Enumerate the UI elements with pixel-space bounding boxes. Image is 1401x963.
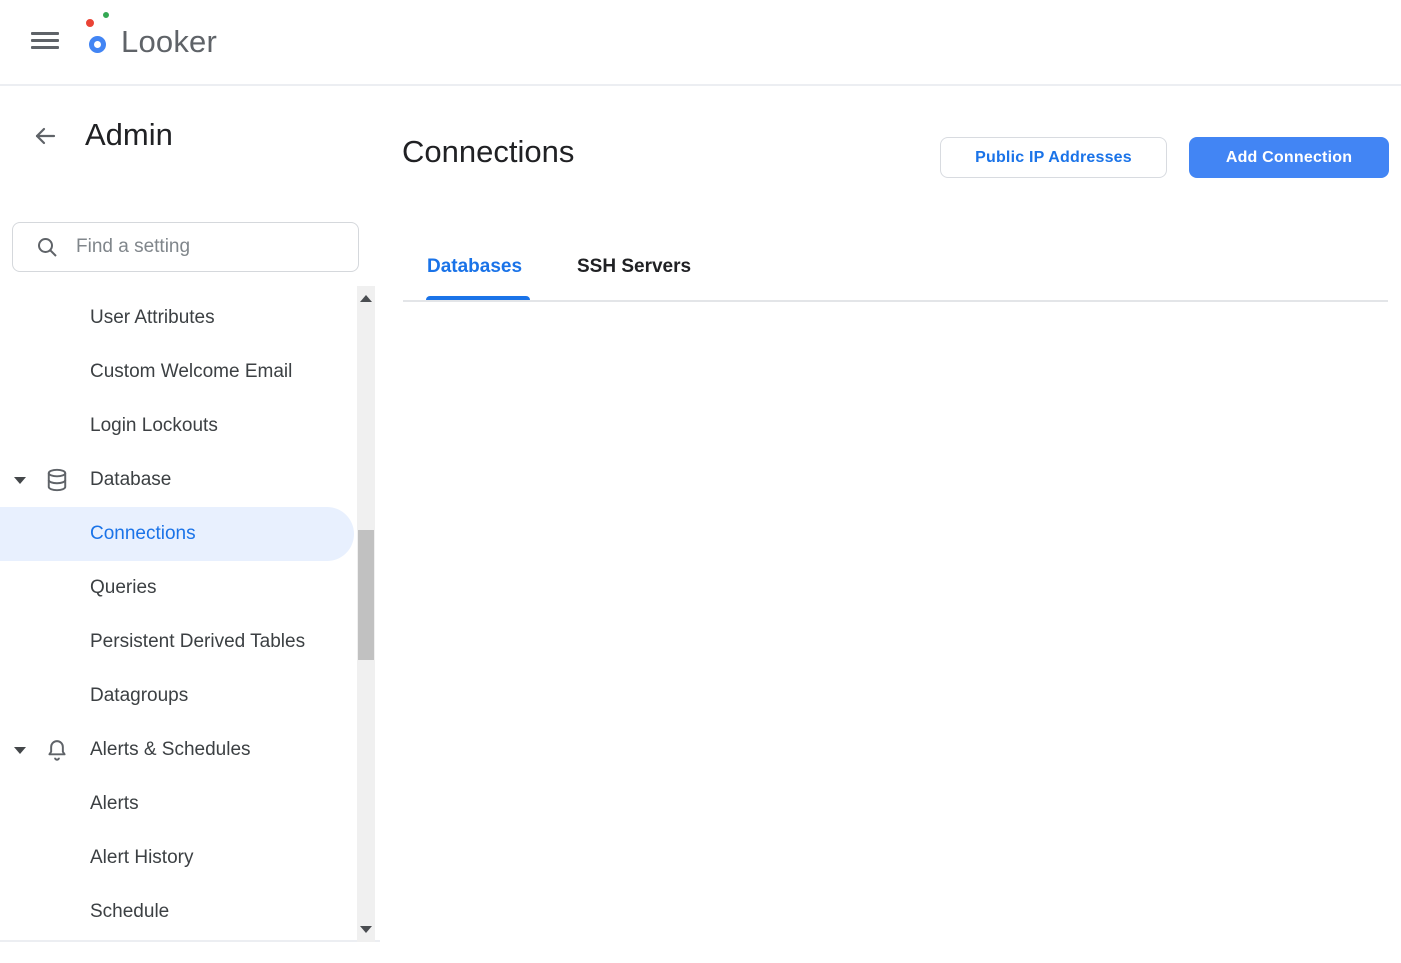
sidebar-item-connections[interactable]: Connections — [0, 507, 354, 561]
hamburger-menu-icon[interactable] — [31, 32, 60, 51]
collapse-triangle-icon[interactable] — [14, 747, 26, 754]
page-title: Connections — [402, 133, 574, 171]
bell-icon — [44, 737, 70, 763]
connections-main: Connections Public IP Addresses Add Conn… — [380, 86, 1401, 963]
sidebar-item-database[interactable]: Database — [0, 453, 380, 507]
settings-nav: User Attributes Custom Welcome Email Log… — [0, 291, 380, 939]
tab-ssh-servers[interactable]: SSH Servers — [577, 256, 691, 278]
sidebar-item-schedule[interactable]: Schedule — [0, 885, 380, 939]
app-name: Looker — [121, 24, 217, 60]
sidebar-item-user-attributes[interactable]: User Attributes — [0, 291, 380, 345]
sidebar-item-alerts[interactable]: Alerts — [0, 777, 380, 831]
search-icon — [35, 235, 59, 259]
find-setting-search[interactable] — [12, 222, 359, 272]
search-input[interactable] — [76, 236, 326, 258]
collapse-triangle-icon[interactable] — [14, 477, 26, 484]
sidebar-title: Admin — [85, 116, 173, 154]
database-icon — [44, 467, 70, 493]
scrollbar-thumb[interactable] — [358, 530, 374, 660]
sidebar-item-custom-welcome-email[interactable]: Custom Welcome Email — [0, 345, 380, 399]
scroll-down-arrow-icon[interactable] — [360, 926, 372, 933]
tabs-divider — [403, 300, 1388, 302]
tab-databases[interactable]: Databases — [427, 256, 522, 278]
sidebar-scrollbar[interactable] — [357, 286, 375, 942]
sidebar-item-alert-history[interactable]: Alert History — [0, 831, 380, 885]
back-arrow-icon[interactable] — [32, 123, 58, 149]
sidebar-item-datagroups[interactable]: Datagroups — [0, 669, 380, 723]
top-app-bar: Looker ? — [0, 0, 1401, 86]
looker-admin-page: Looker ? — [0, 0, 1401, 963]
scroll-up-arrow-icon[interactable] — [360, 295, 372, 302]
sidebar-item-login-lockouts[interactable]: Login Lockouts — [0, 399, 380, 453]
add-connection-button[interactable]: Add Connection — [1189, 137, 1389, 178]
public-ip-addresses-button[interactable]: Public IP Addresses — [940, 137, 1167, 178]
sidebar-item-persistent-derived-tables[interactable]: Persistent Derived Tables — [0, 615, 380, 669]
sidebar-item-queries[interactable]: Queries — [0, 561, 380, 615]
sidebar-item-alerts-schedules[interactable]: Alerts & Schedules — [0, 723, 380, 777]
looker-logo-icon — [86, 10, 120, 66]
admin-sidebar: Admin User Attributes Custom Welcome Ema… — [0, 86, 380, 942]
